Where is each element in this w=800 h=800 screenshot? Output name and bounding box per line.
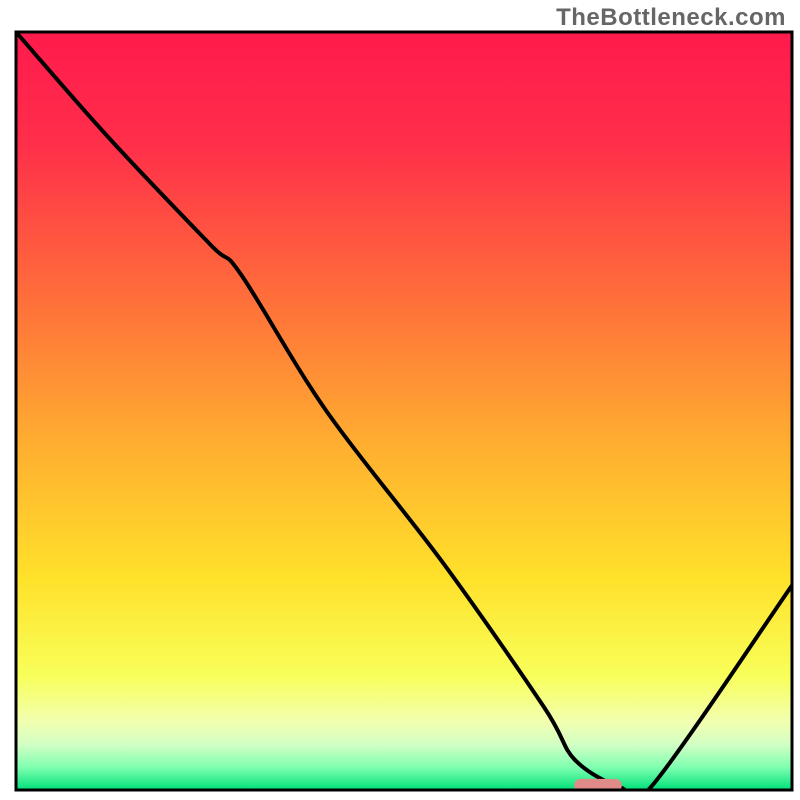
gradient-background	[16, 32, 792, 790]
bottleneck-chart	[0, 0, 800, 800]
